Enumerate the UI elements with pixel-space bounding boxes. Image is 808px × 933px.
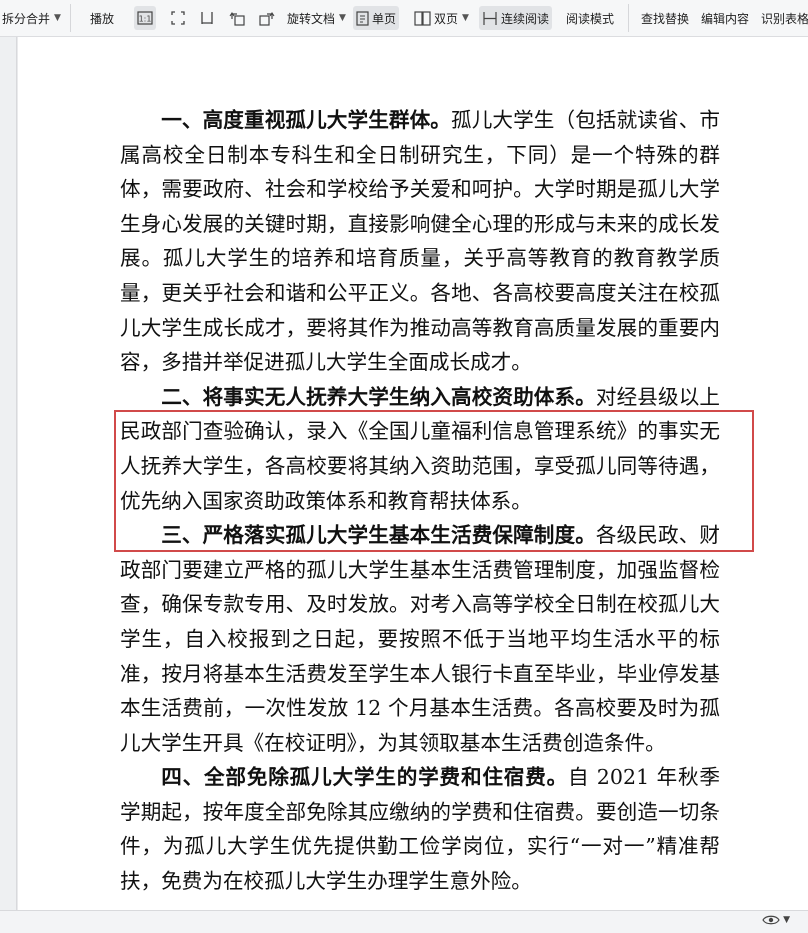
single-page-button[interactable]: 单页 <box>353 6 400 30</box>
document-body: 一、高度重视孤儿大学生群体。孤儿大学生（包括就读省、市属高校全日制本专科生和全日… <box>120 103 720 899</box>
paragraph-2-heading: 二、将事实无人抚养大学生纳入高校资助体系。 <box>161 384 596 409</box>
paragraph-3-heading: 三、严格落实孤儿大学生基本生活费保障制度。 <box>161 523 596 548</box>
edit-content-button[interactable]: 编辑内容 <box>701 0 749 36</box>
paragraph-4: 四、全部免除孤儿大学生的学费和住宿费。自 2021 年秋季学期起，按年度全部免除… <box>120 760 720 898</box>
read-mode-button[interactable]: 阅读模式 <box>566 0 614 36</box>
fit-page-button[interactable] <box>170 0 186 36</box>
paragraph-3-body: 各级民政、财政部门要建立严格的孤儿大学生基本生活费管理制度，加强监督检查，确保专… <box>120 523 721 755</box>
toolbar-divider <box>70 4 71 32</box>
paragraph-2: 二、将事实无人抚养大学生纳入高校资助体系。对经县级以上民政部门查验确认，录入《全… <box>120 380 720 518</box>
rotate-document-button[interactable]: 旋转文档 ▼ <box>287 0 346 36</box>
play-label: 播放 <box>90 11 115 26</box>
split-merge-label: 拆分合并 <box>2 11 51 26</box>
paragraph-1-heading: 一、高度重视孤儿大学生群体。 <box>161 108 451 132</box>
toolbar-divider <box>628 4 629 32</box>
continuous-icon <box>483 11 497 25</box>
single-page-label: 单页 <box>372 11 397 26</box>
double-page-icon <box>414 10 431 26</box>
continuous-read-label: 连续阅读 <box>501 11 550 26</box>
split-merge-button[interactable]: 拆分合并 ▼ <box>2 0 61 36</box>
find-replace-label: 查找替换 <box>641 11 690 26</box>
actual-size-button[interactable]: 1:1 <box>134 6 156 30</box>
fit-width-icon <box>201 12 213 24</box>
single-page-icon <box>356 10 369 26</box>
rotate-document-label: 旋转文档 <box>287 11 336 26</box>
continuous-read-button[interactable]: 连续阅读 <box>479 6 553 30</box>
document-page: 一、高度重视孤儿大学生群体。孤儿大学生（包括就读省、市属高校全日制本专科生和全日… <box>18 37 808 910</box>
double-page-label: 双页 <box>434 11 459 26</box>
rotate-right-button[interactable] <box>258 0 275 36</box>
fit-page-icon <box>171 11 185 25</box>
svg-text:1:1: 1:1 <box>139 15 152 24</box>
read-mode-label: 阅读模式 <box>566 11 615 26</box>
chevron-down-icon: ▼ <box>54 13 61 23</box>
eye-icon <box>762 915 780 925</box>
ocr-table-label: 识别表格 <box>761 11 808 26</box>
actual-size-icon: 1:1 <box>137 11 153 25</box>
play-button[interactable]: 播放 <box>90 0 114 36</box>
chevron-down-icon: ▼ <box>462 13 469 23</box>
edit-content-label: 编辑内容 <box>701 11 750 26</box>
status-bar: ▼ <box>0 910 808 933</box>
find-replace-button[interactable]: 查找替换 <box>641 0 689 36</box>
left-ruler <box>0 37 17 910</box>
rotate-left-button[interactable] <box>229 0 246 36</box>
paragraph-1-body: 孤儿大学生（包括就读省、市属高校全日制本专科生和全日制研究生，下同）是一个特殊的… <box>120 108 721 375</box>
toolbar: 拆分合并 ▼ 播放 1:1 旋转文档 ▼ 单页 双页 ▼ 连续阅读 阅读模式 查… <box>0 0 808 37</box>
paragraph-3: 三、严格落实孤儿大学生基本生活费保障制度。各级民政、财政部门要建立严格的孤儿大学… <box>120 518 720 760</box>
ocr-table-button[interactable]: 识别表格 <box>761 0 808 36</box>
chevron-down-icon: ▼ <box>339 13 346 23</box>
view-options-button[interactable]: ▼ <box>762 914 790 926</box>
rotate-left-icon <box>229 12 245 26</box>
rotate-right-icon <box>259 12 275 26</box>
chevron-down-icon: ▼ <box>783 915 790 925</box>
paragraph-4-heading: 四、全部免除孤儿大学生的学费和住宿费。 <box>161 765 569 790</box>
paragraph-1: 一、高度重视孤儿大学生群体。孤儿大学生（包括就读省、市属高校全日制本专科生和全日… <box>120 103 720 380</box>
fit-width-button[interactable] <box>199 0 215 36</box>
double-page-button[interactable]: 双页 ▼ <box>414 0 469 36</box>
